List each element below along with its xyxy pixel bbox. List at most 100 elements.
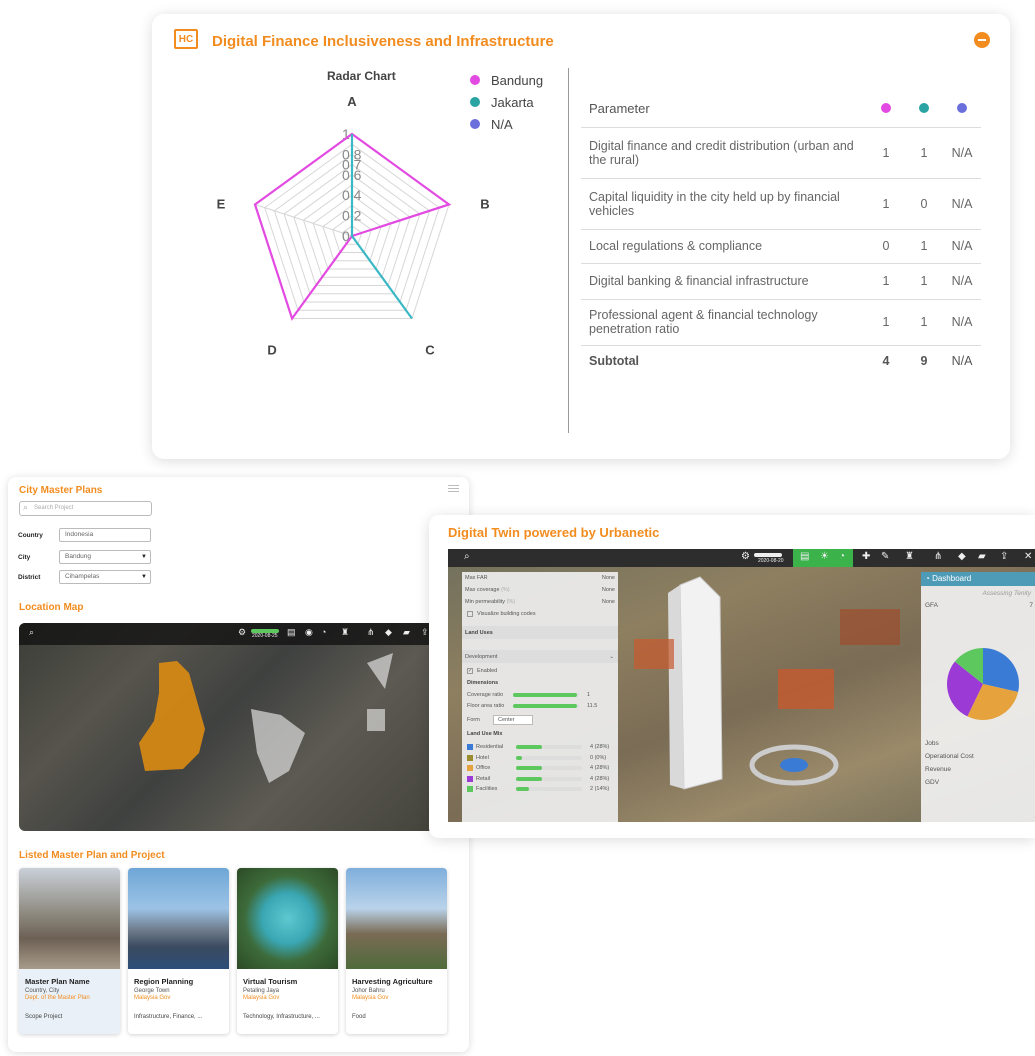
- enabled-row[interactable]: ✓ Enabled: [467, 668, 615, 674]
- min-permeability-row: Min permeability (%) None: [465, 599, 615, 605]
- subtotal-jakarta: 9: [920, 354, 928, 369]
- land-use-slider[interactable]: [516, 766, 582, 770]
- upload-icon[interactable]: ⇪: [421, 627, 429, 638]
- tag-icon[interactable]: ◆: [385, 627, 392, 638]
- upload-icon[interactable]: ⇪: [1000, 551, 1008, 562]
- project-tags: Food: [352, 1014, 366, 1020]
- settings-icon[interactable]: ⚙: [741, 551, 750, 562]
- label: Max FAR: [465, 575, 488, 581]
- land-use-slider[interactable]: [516, 755, 582, 760]
- visualize-row[interactable]: Visualize building codes: [467, 611, 615, 617]
- legend-item-jakarta[interactable]: Jakarta: [470, 91, 543, 113]
- legend-item-na[interactable]: N/A: [470, 113, 543, 135]
- land-uses-header[interactable]: Land Uses: [462, 626, 618, 639]
- land-use-slider[interactable]: [516, 776, 582, 781]
- legend-item-bandung[interactable]: Bandung: [470, 69, 543, 91]
- timeline-slider[interactable]: [754, 553, 782, 557]
- land-use-name: Residential: [476, 744, 504, 750]
- district-select[interactable]: Cihampelas: [59, 570, 151, 584]
- param-name: Professional agent & financial technolog…: [581, 299, 867, 346]
- project-location: Petaling Jaya: [243, 988, 280, 994]
- value-jakarta: 0: [905, 178, 943, 230]
- divider: [568, 68, 569, 433]
- max-coverage-row: Max coverage (%) None: [465, 587, 615, 593]
- map-date: 2020-08-25: [252, 633, 278, 639]
- gauge-icon[interactable]: ◔: [321, 627, 326, 637]
- land-use-value: 4 (28%): [590, 775, 610, 782]
- value-bandung: 1: [867, 299, 905, 346]
- gauge-icon[interactable]: ◔: [839, 551, 845, 562]
- axis-label-c: C: [425, 343, 435, 358]
- value-bandung: 1: [867, 178, 905, 230]
- floor-slider[interactable]: [513, 704, 579, 708]
- label: Floor area ratio: [467, 703, 505, 709]
- plot-area[interactable]: [139, 661, 205, 771]
- menu-icon[interactable]: [448, 485, 459, 492]
- value-na: N/A: [943, 299, 981, 346]
- coverage-slider[interactable]: [513, 693, 579, 697]
- table-row: Professional agent & financial technolog…: [581, 299, 981, 346]
- header-parameter: Parameter: [581, 90, 867, 128]
- location-map[interactable]: ⌕ ⚙ 2020-08-25 ▤ ◉ ◔ ♜ ⋔ ◆ ▰ ⇪: [19, 623, 469, 831]
- country-field[interactable]: Indonesia: [59, 528, 151, 542]
- folder-icon[interactable]: ▰: [978, 551, 986, 562]
- plus-icon[interactable]: ✚: [862, 551, 870, 562]
- location-map-title: Location Map: [19, 602, 84, 613]
- hierarchy-icon[interactable]: ⋔: [934, 551, 942, 562]
- value-bandung: 0: [867, 229, 905, 264]
- hierarchy-icon[interactable]: ⋔: [367, 627, 375, 638]
- land-use-value: 0 (0%): [590, 754, 607, 761]
- tower-model[interactable]: [679, 576, 723, 790]
- folder-icon[interactable]: ▰: [403, 627, 410, 638]
- axis-label-e: E: [217, 196, 226, 211]
- color-swatch: [467, 786, 473, 792]
- project-card[interactable]: Master Plan Name Country, City Dept. of …: [19, 868, 120, 1034]
- land-use-slider[interactable]: [516, 745, 582, 749]
- binoculars-icon[interactable]: ♜: [341, 627, 349, 638]
- close-icon[interactable]: ✕: [1024, 551, 1032, 562]
- building-block: [840, 609, 900, 645]
- search-input[interactable]: Search Project: [19, 501, 152, 516]
- jobs-label: Jobs: [925, 740, 939, 747]
- land-use-slider[interactable]: [516, 787, 582, 791]
- color-swatch: [467, 765, 473, 771]
- slider-fill: [516, 766, 543, 770]
- development-header[interactable]: Development ⌄: [462, 650, 618, 663]
- label: Dimensions: [467, 680, 499, 686]
- doc-icon[interactable]: ▤: [800, 551, 809, 562]
- legend-label: Jakarta: [491, 94, 534, 110]
- dashboard-header[interactable]: ◔ Dashboard: [921, 572, 1035, 586]
- project-card[interactable]: Harvesting Agriculture Johor Bahru Malay…: [346, 868, 447, 1034]
- header-na: [943, 90, 981, 128]
- twin-date: 2020-08-20: [758, 558, 784, 564]
- pie-chart: [947, 648, 1019, 720]
- label: Coverage ratio: [467, 692, 504, 698]
- eye-icon[interactable]: ◉: [305, 627, 313, 638]
- building-block: [634, 639, 674, 669]
- collapse-icon[interactable]: [974, 32, 990, 48]
- header-bandung: [867, 90, 905, 128]
- form-select[interactable]: Center: [493, 715, 533, 725]
- project-org: Malaysia Gov: [352, 995, 389, 1001]
- project-name: Master Plan Name: [25, 977, 90, 986]
- search-icon[interactable]: ⌕: [29, 627, 34, 638]
- project-card[interactable]: Virtual Tourism Petaling Jaya Malaysia G…: [237, 868, 338, 1034]
- sun-icon[interactable]: ☀: [820, 551, 829, 562]
- city-row: City Bandung: [18, 550, 151, 564]
- city-select[interactable]: Bandung: [59, 550, 151, 564]
- project-card[interactable]: Region Planning George Town Malaysia Gov…: [128, 868, 229, 1034]
- label: Max coverage: [465, 587, 500, 593]
- binoculars-icon[interactable]: ♜: [905, 551, 914, 562]
- enabled-checkbox[interactable]: ✓: [467, 668, 473, 674]
- visualize-checkbox[interactable]: [467, 611, 473, 617]
- doc-icon[interactable]: ▤: [287, 627, 296, 638]
- chevron-down-icon[interactable]: ⌄: [609, 654, 614, 660]
- twin-scene[interactable]: ⌕ ⚙ 2020-08-20 ▤ ☀ ◔ ✚ ✎ ♜ ⋔ ◆ ▰ ⇪ ✕ Max…: [448, 549, 1035, 822]
- table-row: Digital banking & financial infrastructu…: [581, 263, 981, 300]
- tag-icon[interactable]: ◆: [958, 551, 966, 562]
- cmp-title: City Master Plans: [19, 485, 103, 496]
- search-icon[interactable]: ⌕: [464, 551, 470, 562]
- map-overlay: [139, 653, 393, 783]
- pen-icon[interactable]: ✎: [881, 551, 889, 562]
- settings-icon[interactable]: ⚙: [238, 627, 246, 638]
